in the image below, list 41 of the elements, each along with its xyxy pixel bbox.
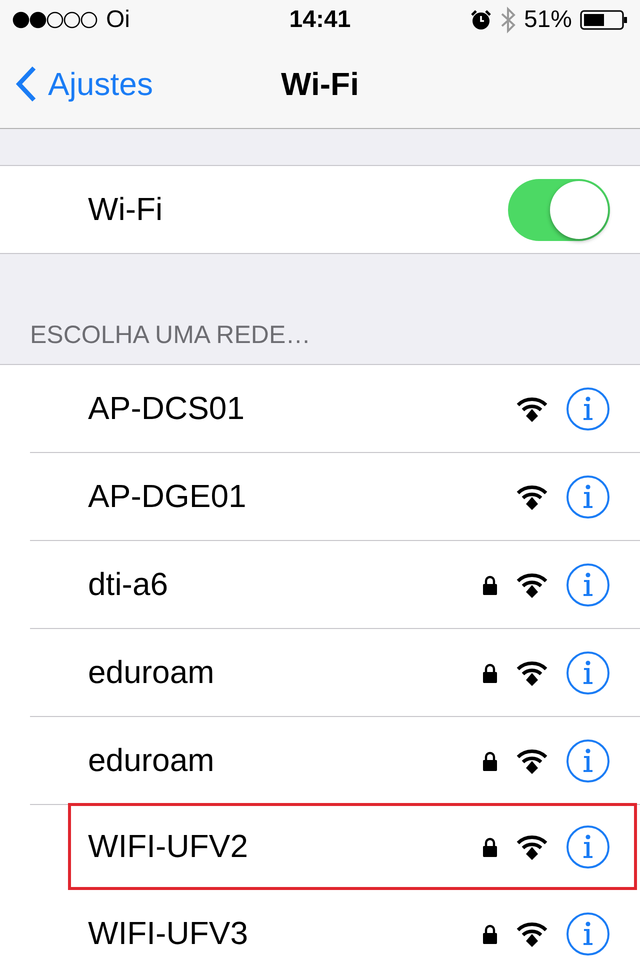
- info-icon[interactable]: [566, 562, 610, 606]
- signal-icon: [12, 11, 98, 29]
- page-title: Wi-Fi: [281, 66, 359, 102]
- back-button[interactable]: Ajustes: [0, 65, 153, 103]
- info-icon[interactable]: [566, 386, 610, 430]
- wifi-icon: [516, 660, 548, 686]
- info-icon[interactable]: [566, 474, 610, 518]
- info-icon[interactable]: [566, 738, 610, 782]
- network-name: WIFI-UFV2: [88, 828, 248, 865]
- battery-percent: 51%: [524, 6, 572, 34]
- wifi-icon: [516, 920, 548, 946]
- info-icon[interactable]: [566, 650, 610, 694]
- network-name: eduroam: [88, 654, 214, 691]
- network-row[interactable]: dti-a6: [30, 541, 640, 628]
- network-row[interactable]: WIFI-UFV2: [71, 806, 634, 887]
- info-icon[interactable]: [566, 824, 610, 868]
- alarm-clock-icon: [470, 9, 492, 31]
- carrier-name: Oi: [106, 6, 130, 34]
- network-row[interactable]: eduroam: [30, 717, 640, 804]
- wifi-label: Wi-Fi: [88, 191, 163, 228]
- wifi-icon: [516, 748, 548, 774]
- wifi-icon: [516, 484, 548, 510]
- section-header: ESCOLHA UMA REDE…: [30, 321, 311, 350]
- chevron-left-icon: [14, 65, 38, 103]
- network-name: WIFI-UFV3: [88, 915, 248, 952]
- network-name: eduroam: [88, 742, 214, 779]
- wifi-switch[interactable]: [508, 178, 610, 240]
- wifi-icon: [516, 572, 548, 598]
- wifi-icon: [516, 834, 548, 860]
- network-row[interactable]: AP-DGE01: [30, 453, 640, 540]
- network-name: dti-a6: [88, 566, 168, 603]
- info-icon[interactable]: [566, 912, 610, 956]
- network-name: AP-DGE01: [88, 478, 246, 515]
- network-row[interactable]: AP-DCS01: [30, 365, 640, 452]
- bluetooth-icon: [500, 6, 516, 34]
- battery-icon: [580, 10, 628, 30]
- network-name: AP-DCS01: [88, 390, 244, 427]
- network-row[interactable]: WIFI-UFV3: [30, 890, 640, 960]
- wifi-icon: [516, 396, 548, 422]
- network-row[interactable]: eduroam: [30, 629, 640, 716]
- status-time: 14:41: [289, 6, 351, 34]
